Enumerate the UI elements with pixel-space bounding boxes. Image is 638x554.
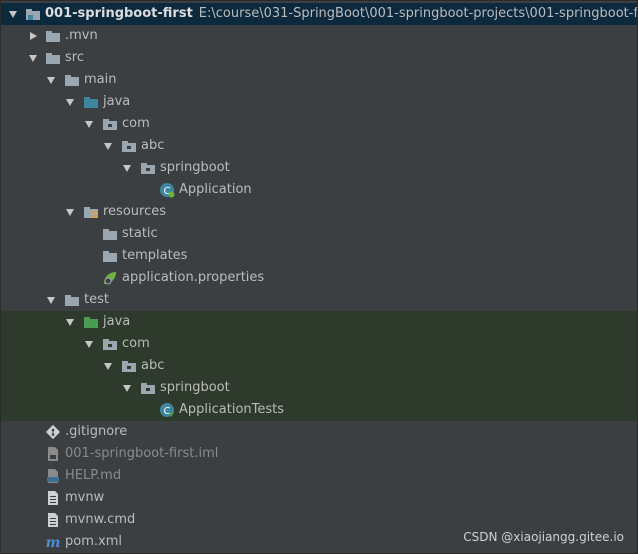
svg-text:C: C xyxy=(164,406,171,417)
tree-row-project-root[interactable]: 001-springboot-first E:\course\031-Spring… xyxy=(1,3,637,25)
tree-label: mvnw xyxy=(65,490,105,505)
tree-row-iml[interactable]: 001-springboot-first.iml xyxy=(1,443,637,465)
collapse-arrow[interactable] xyxy=(27,25,39,47)
expand-arrow[interactable] xyxy=(64,311,76,333)
tree-row-test-abc[interactable]: abc xyxy=(1,355,637,377)
tree-label: mvnw.cmd xyxy=(65,512,136,527)
tree-row-test[interactable]: test xyxy=(1,289,637,311)
expand-arrow[interactable] xyxy=(45,69,57,91)
text-file-icon xyxy=(48,491,58,505)
tree-row-resources[interactable]: resources xyxy=(1,201,637,223)
markdown-file-icon xyxy=(47,469,59,483)
tree-label: application.properties xyxy=(122,270,265,285)
folder-icon xyxy=(65,295,79,306)
tree-row-templates[interactable]: templates xyxy=(1,245,637,267)
tree-label: springboot xyxy=(160,160,230,175)
maven-icon: m xyxy=(46,535,61,550)
expand-arrow[interactable] xyxy=(7,3,19,25)
folder-icon xyxy=(65,75,79,86)
tree-row-main-com[interactable]: com xyxy=(1,113,637,135)
project-tool-window: 001-springboot-first E:\course\031-Spring… xyxy=(0,0,638,554)
package-icon xyxy=(141,383,155,394)
expand-arrow[interactable] xyxy=(121,377,133,399)
tree-label: pom.xml xyxy=(65,534,122,549)
package-icon xyxy=(122,361,136,372)
tree-row-src[interactable]: src xyxy=(1,47,637,69)
tree-row-test-com[interactable]: com xyxy=(1,333,637,355)
spring-boot-class-icon: C xyxy=(160,183,175,198)
folder-icon xyxy=(103,251,117,262)
package-icon xyxy=(141,163,155,174)
tree-label: springboot xyxy=(160,380,230,395)
svg-text:m: m xyxy=(46,535,61,550)
folder-icon xyxy=(46,53,60,64)
module-file-icon xyxy=(48,447,58,461)
source-folder-icon xyxy=(84,97,98,108)
tree-row-mvn[interactable]: .mvn xyxy=(1,25,637,47)
expand-arrow[interactable] xyxy=(102,135,114,157)
tree-row-main-springboot[interactable]: springboot xyxy=(1,157,637,179)
folder-icon xyxy=(103,229,117,240)
tree-row-static[interactable]: static xyxy=(1,223,637,245)
tree-row-mvnw-cmd[interactable]: mvnw.cmd xyxy=(1,509,637,531)
tree-row-test-java[interactable]: java xyxy=(1,311,637,333)
tree-row-application-tests[interactable]: C ApplicationTests xyxy=(1,399,637,421)
tree-label: resources xyxy=(103,204,167,219)
module-folder-icon xyxy=(26,9,40,20)
text-file-icon xyxy=(48,513,58,527)
tree-label: main xyxy=(84,72,117,87)
tree-label: src xyxy=(65,50,84,65)
expand-arrow[interactable] xyxy=(102,355,114,377)
resources-folder-icon xyxy=(84,207,98,218)
tree-label: Application xyxy=(179,182,252,197)
tree-row-gitignore[interactable]: .gitignore xyxy=(1,421,637,443)
tree-label: templates xyxy=(122,248,188,263)
expand-arrow[interactable] xyxy=(27,47,39,69)
test-source-folder-icon xyxy=(84,317,98,328)
tree-row-main-java[interactable]: java xyxy=(1,91,637,113)
tree-label: .mvn xyxy=(65,28,98,43)
tree-label: com xyxy=(122,116,150,131)
tree-label: ApplicationTests xyxy=(179,402,285,417)
expand-arrow[interactable] xyxy=(45,289,57,311)
tree-label: HELP.md xyxy=(65,468,122,483)
package-icon xyxy=(103,119,117,130)
test-class-icon: C xyxy=(160,403,174,417)
tree-label: java xyxy=(103,314,131,329)
tree-label: .gitignore xyxy=(65,424,128,439)
project-name: 001-springboot-first E:\course\031-Spring… xyxy=(45,3,637,25)
watermark: CSDN @xiaojiangg.gitee.io xyxy=(463,530,624,544)
tree-row-application[interactable]: C Application xyxy=(1,179,637,201)
tree-label: java xyxy=(103,94,131,109)
tree-row-main[interactable]: main xyxy=(1,69,637,91)
tree-row-test-springboot[interactable]: springboot xyxy=(1,377,637,399)
project-tree: 001-springboot-first E:\course\031-Spring… xyxy=(1,3,637,553)
tree-label: 001-springboot-first.iml xyxy=(65,446,219,461)
expand-arrow[interactable] xyxy=(121,157,133,179)
expand-arrow[interactable] xyxy=(64,91,76,113)
tree-label: abc xyxy=(141,138,165,153)
tree-label: static xyxy=(122,226,158,241)
package-icon xyxy=(122,141,136,152)
tree-row-mvnw[interactable]: mvnw xyxy=(1,487,637,509)
expand-arrow[interactable] xyxy=(83,113,95,135)
tree-row-help-md[interactable]: HELP.md xyxy=(1,465,637,487)
spring-properties-icon xyxy=(104,272,116,285)
git-icon xyxy=(45,424,61,440)
tree-label: com xyxy=(122,336,150,351)
tree-row-application-properties[interactable]: application.properties xyxy=(1,267,637,289)
folder-icon xyxy=(46,31,60,42)
expand-arrow[interactable] xyxy=(64,201,76,223)
tree-row-main-abc[interactable]: abc xyxy=(1,135,637,157)
expand-arrow[interactable] xyxy=(83,333,95,355)
package-icon xyxy=(103,339,117,350)
project-path: E:\course\031-SpringBoot\001-springboot-… xyxy=(198,6,637,21)
tree-label: test xyxy=(84,292,109,307)
tree-label: abc xyxy=(141,358,165,373)
